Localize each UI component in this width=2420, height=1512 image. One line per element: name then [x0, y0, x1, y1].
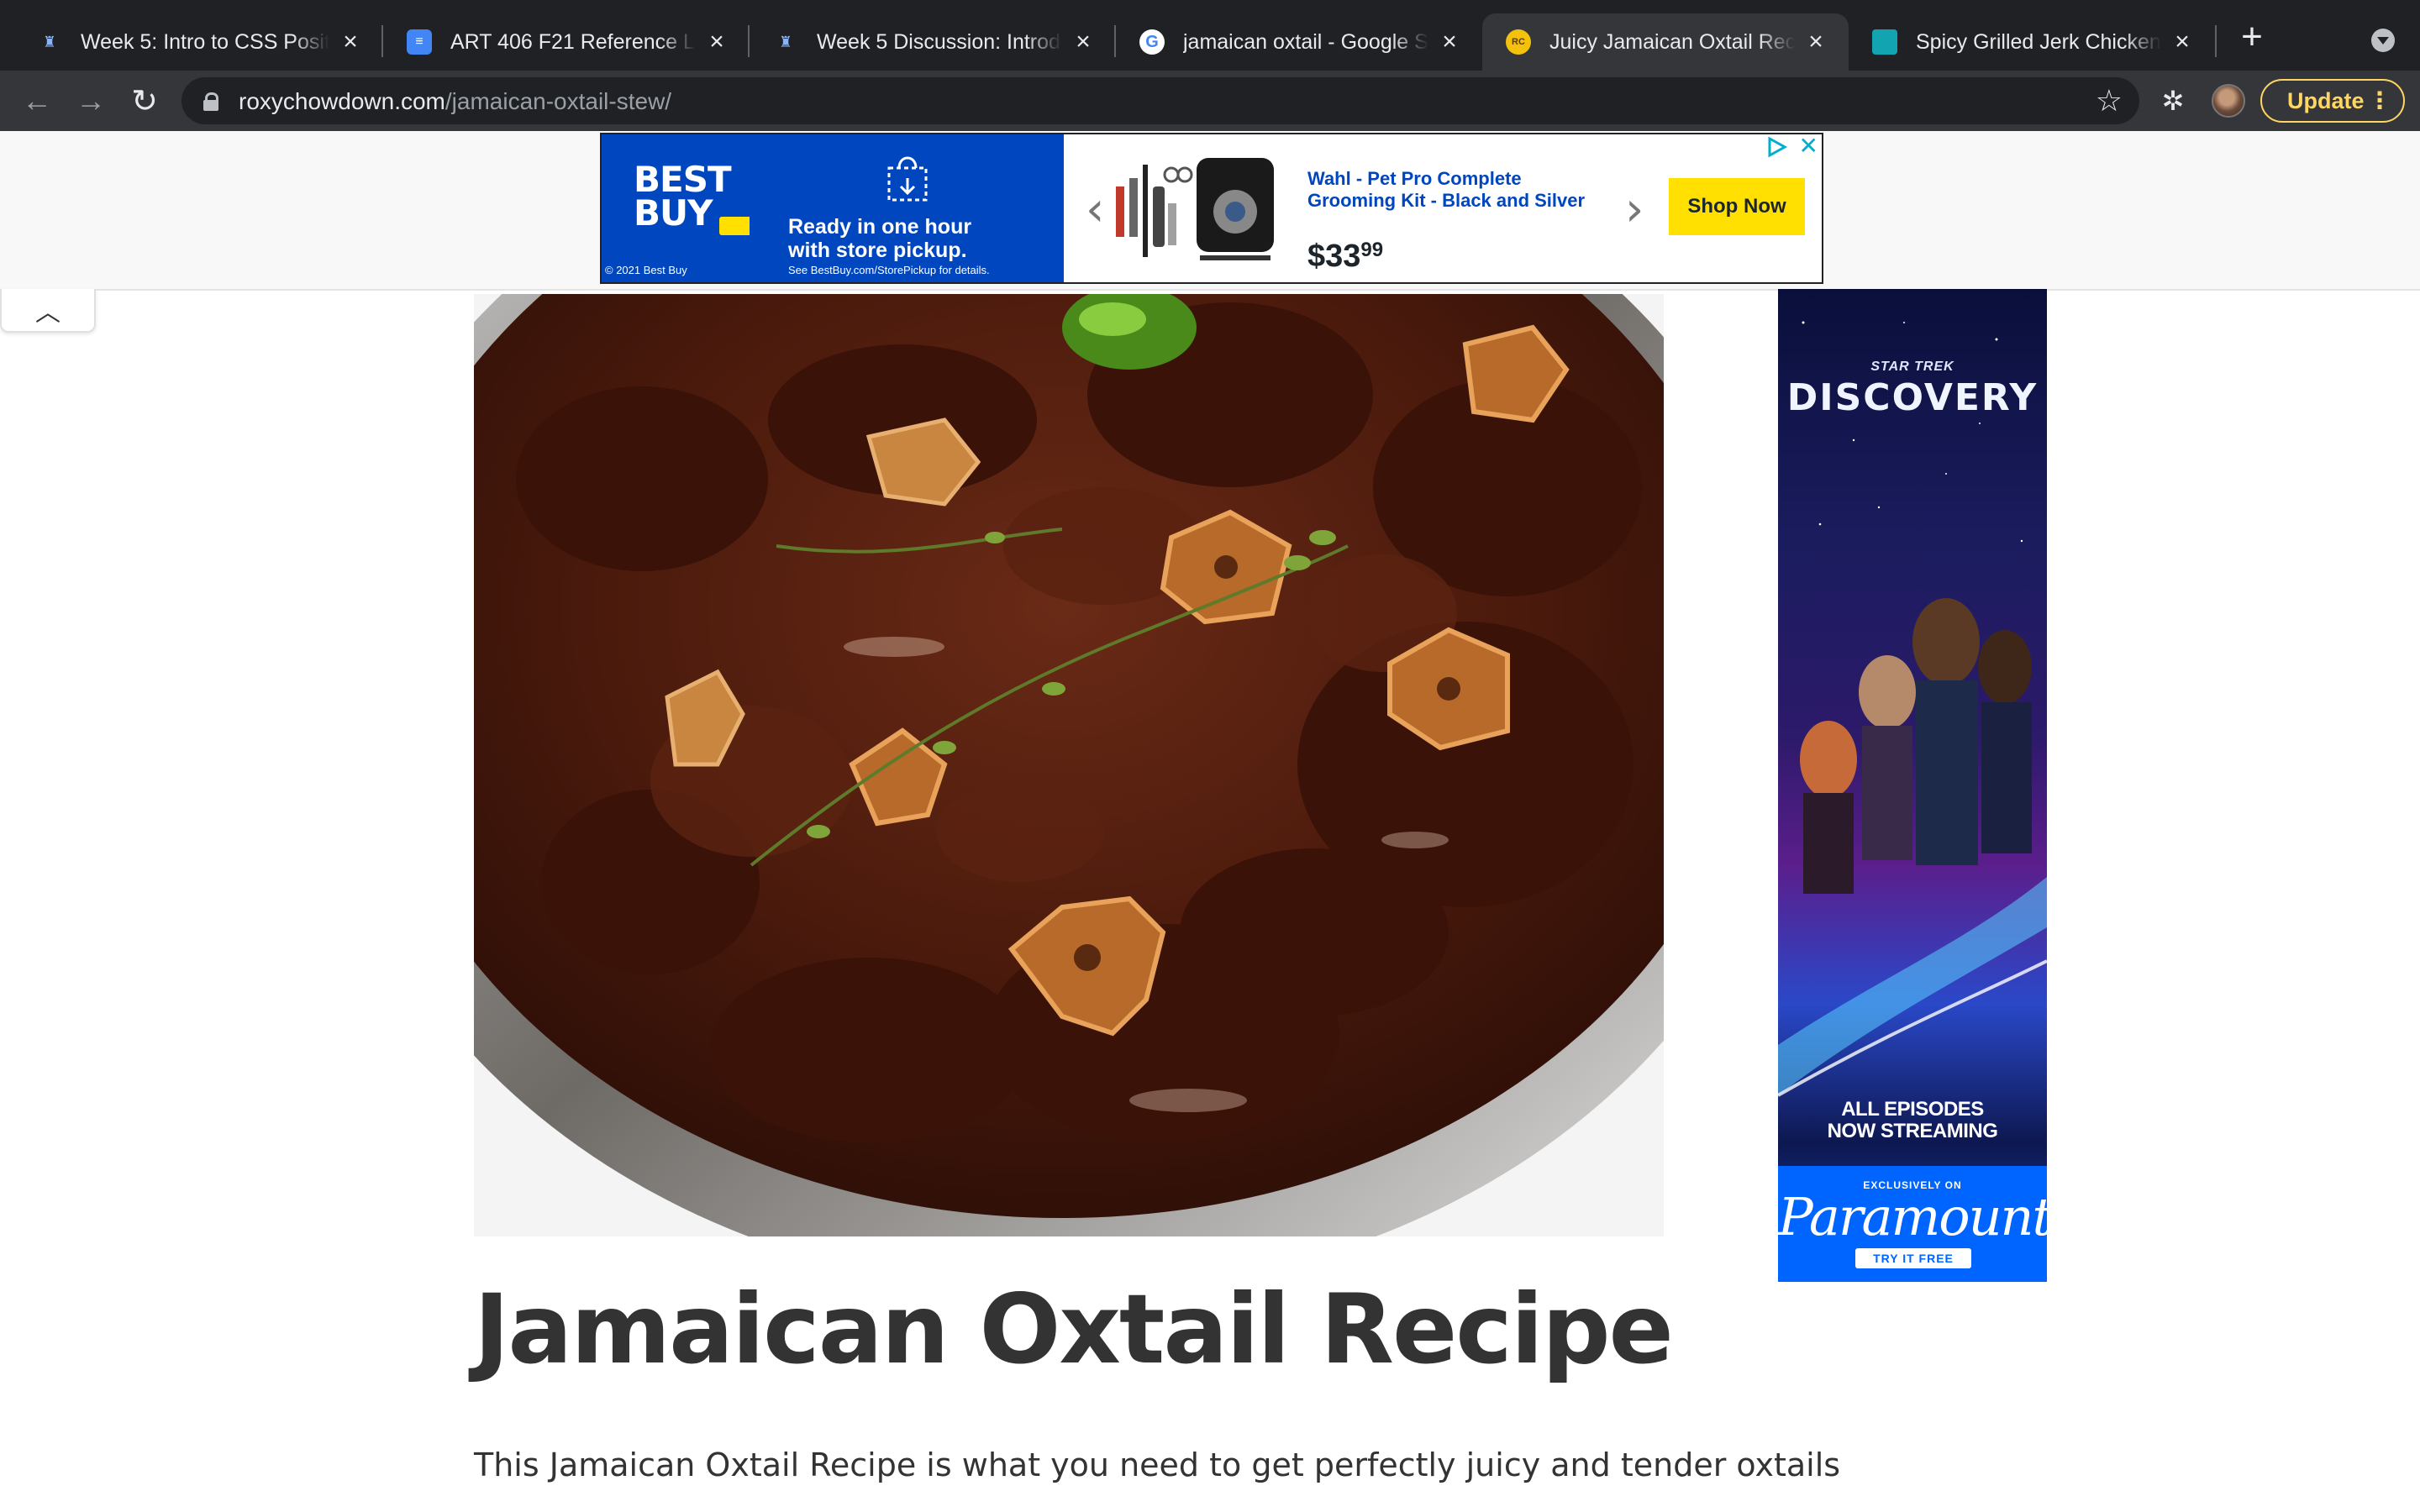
tab-title: ART 406 F21 Reference Lis [450, 29, 696, 54]
tab-title: jamaican oxtail - Google Se [1183, 29, 1428, 54]
back-arrow-icon[interactable]: ← [18, 82, 55, 119]
best-buy-brand-panel[interactable]: BEST BUY Ready in one hour with store pick… [602, 134, 1064, 282]
canvas-icon: ♜ [42, 33, 57, 50]
recipe-hero-image [474, 294, 1664, 1236]
address-bar[interactable]: roxychowdown.com/jamaican-oxtail-stew/ ☆ [182, 77, 2139, 124]
tab-week5-css[interactable]: ♜ Week 5: Intro to CSS Positio × [13, 13, 383, 71]
paramount-plus-logo: Paramount+ [1778, 1186, 2047, 1247]
close-icon[interactable]: × [1803, 28, 1828, 55]
url-domain: roxychowdown.com [239, 88, 445, 114]
update-button[interactable]: Update ⋮ [2260, 79, 2405, 123]
ad-copyright: © 2021 Best Buy [605, 264, 687, 276]
new-tab-button[interactable]: + [2235, 18, 2269, 55]
top-ad-strip: BEST BUY Ready in one hour with store pick… [0, 131, 2420, 291]
site-icon [1872, 29, 1897, 55]
product-image [1116, 158, 1274, 260]
page-title: Jamaican Oxtail Recipe [474, 1273, 1674, 1385]
menu-kebab-icon[interactable]: ⋮ [2368, 88, 2391, 113]
update-label: Update [2287, 87, 2365, 113]
close-icon[interactable]: × [704, 28, 729, 55]
extensions-puzzle-icon[interactable]: ✲ [2158, 86, 2188, 116]
profile-avatar[interactable] [2212, 84, 2245, 118]
tab-bar: ♜ Week 5: Intro to CSS Positio × ≡ ART 4… [0, 0, 2420, 71]
collapse-ad-button[interactable]: ︿ [0, 289, 96, 333]
ad-fine-print: See BestBuy.com/StorePickup for details. [788, 264, 990, 276]
reload-icon[interactable]: ↻ [126, 82, 163, 119]
close-icon[interactable]: × [2170, 28, 2195, 55]
ad-series-label: STAR TREK [1870, 360, 1954, 374]
best-buy-tag-icon [719, 217, 750, 235]
ad-headline: Ready in one hour with store pickup. [788, 215, 972, 262]
shop-now-button[interactable]: Shop Now [1669, 178, 1805, 235]
ad-close-icon[interactable]: ✕ [1799, 134, 1818, 158]
close-icon[interactable]: × [1437, 28, 1462, 55]
ad-product-title[interactable]: Wahl - Pet Pro Complete Grooming Kit - Bl… [1307, 168, 1585, 212]
tab-art406-reference[interactable]: ≡ ART 406 F21 Reference Lis × [383, 13, 750, 71]
tab-title: Spicy Grilled Jerk Chicken [1916, 29, 2161, 54]
chevron-up-icon: ︿ [35, 298, 60, 328]
ad-tagline: ALL EPISODES NOW STREAMING [1827, 1098, 1998, 1142]
canvas-icon: ♜ [778, 33, 793, 50]
web-page: BEST BUY Ready in one hour with store pick… [0, 131, 2420, 1512]
tab-search-icon[interactable] [2371, 29, 2395, 52]
google-docs-icon: ≡ [407, 29, 432, 55]
tab-google-search[interactable]: G jamaican oxtail - Google Se × [1116, 13, 1482, 71]
bookmark-star-icon[interactable]: ☆ [2096, 84, 2123, 118]
close-icon[interactable]: × [1071, 28, 1096, 55]
shopping-bag-icon [887, 156, 928, 202]
cast-figures [1800, 598, 2032, 894]
tab-title: Juicy Jamaican Oxtail Recip [1549, 29, 1795, 54]
url-text[interactable]: roxychowdown.com/jamaican-oxtail-stew/ [239, 88, 671, 115]
ad-prev-arrow-icon[interactable]: ‹ [1086, 186, 1104, 234]
try-it-free-button[interactable]: TRY IT FREE [1855, 1248, 1971, 1268]
tab-week5-discussion[interactable]: ♜ Week 5 Discussion: Introdu × [750, 13, 1116, 71]
best-buy-logo: BEST BUY [634, 159, 732, 234]
ad-show-title: DISCOVERY [1786, 376, 2039, 419]
ad-product-price: $3399 [1307, 239, 1384, 274]
close-icon[interactable]: × [338, 28, 363, 55]
browser-toolbar: ← → ↻ roxychowdown.com/jamaican-oxtail-s… [0, 71, 2420, 131]
ad-next-arrow-icon[interactable]: › [1625, 186, 1644, 234]
url-path: /jamaican-oxtail-stew/ [445, 88, 672, 114]
tab-title: Week 5: Intro to CSS Positio [81, 29, 329, 54]
google-icon: G [1139, 29, 1165, 55]
oxtail-stew-photo [474, 294, 1664, 1236]
best-buy-banner-ad[interactable]: BEST BUY Ready in one hour with store pick… [600, 133, 1823, 284]
tab-oxtail-recipe[interactable]: RC Juicy Jamaican Oxtail Recip × [1482, 13, 1849, 71]
recipe-intro-text: This Jamaican Oxtail Recipe is what you … [474, 1446, 1841, 1483]
forward-arrow-icon[interactable]: → [72, 82, 109, 119]
lock-icon[interactable] [203, 92, 218, 111]
star-trek-discovery-ad[interactable]: STAR TREK DISCOVERY ALL EPISODES NOW STRE… [1778, 289, 2047, 1282]
adchoices-icon[interactable] [1766, 136, 1788, 158]
tab-title: Week 5 Discussion: Introdu [817, 29, 1062, 54]
tab-jerk-chicken[interactable]: Spicy Grilled Jerk Chicken × [1849, 13, 2215, 71]
roxy-chowdown-icon: RC [1506, 29, 1531, 55]
